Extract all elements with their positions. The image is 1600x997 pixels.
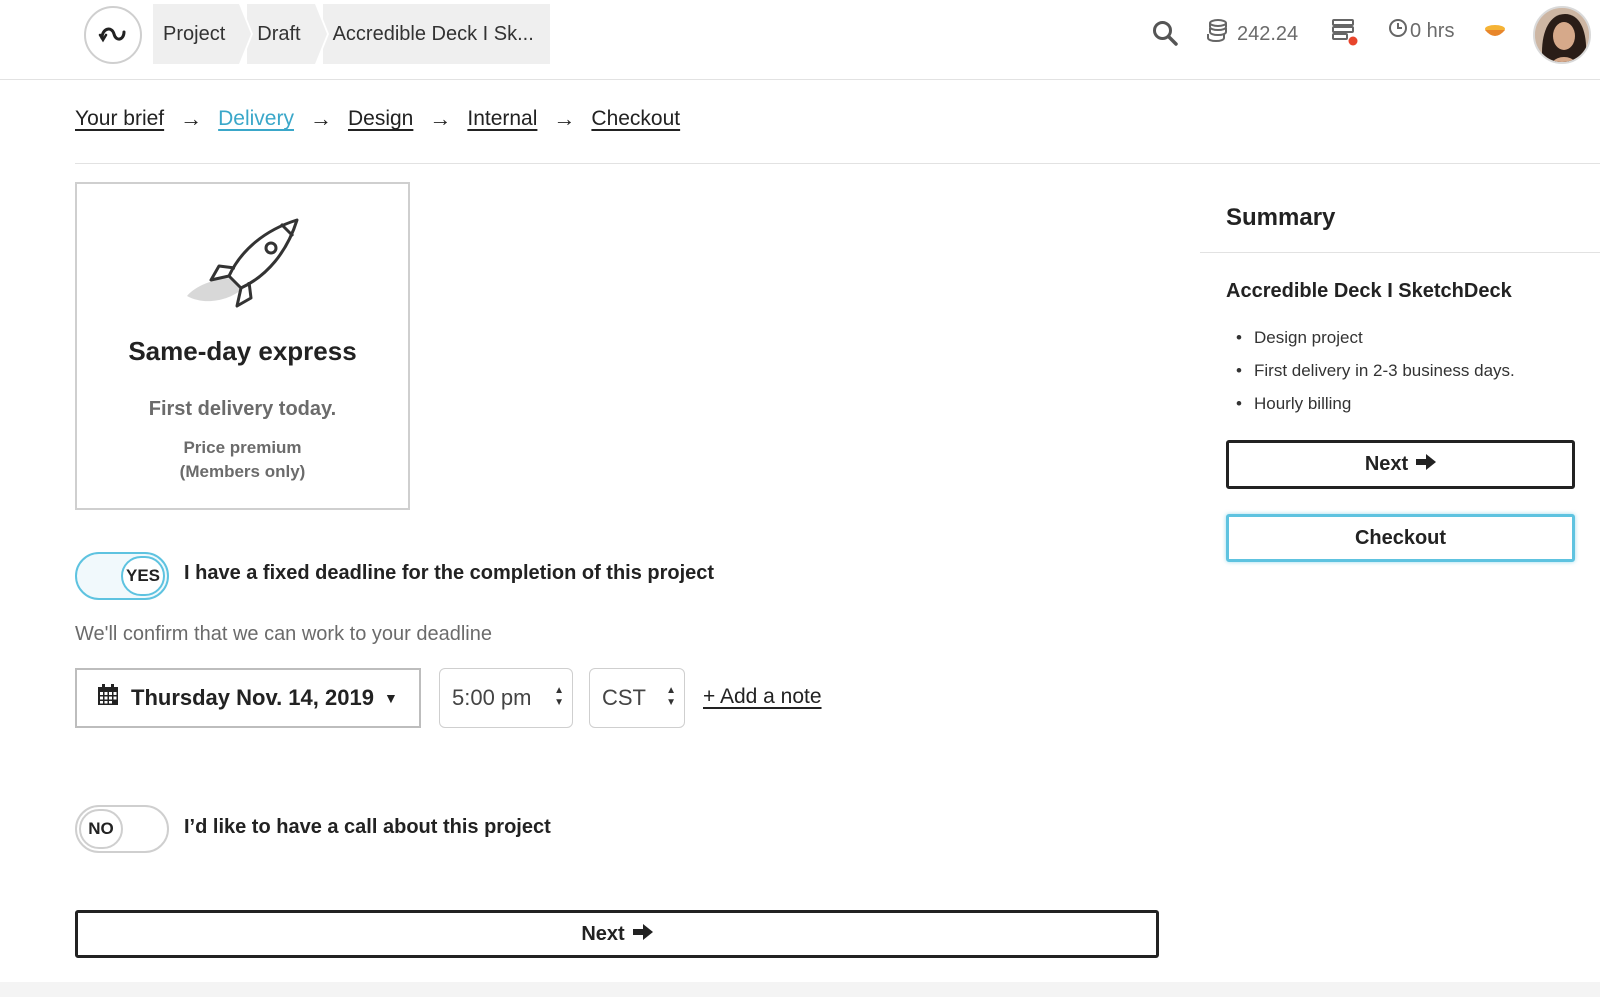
deadline-label: I have a fixed deadline for the completi… [184, 562, 715, 584]
toggle-knob: YES [121, 556, 165, 596]
step-delivery[interactable]: Delivery [218, 107, 294, 131]
divider [75, 163, 1600, 164]
breadcrumb-label: Accredible Deck I Sk... [332, 22, 534, 45]
delivery-option-card[interactable]: Same-day express First delivery today. P… [75, 182, 410, 510]
list-item: First delivery in 2-3 business days. [1236, 359, 1515, 392]
toggle-knob: NO [79, 809, 123, 849]
checkout-button[interactable]: Checkout [1226, 514, 1575, 562]
hours-counter[interactable]: 0 hrs [1386, 18, 1454, 44]
step-design[interactable]: Design [348, 107, 413, 131]
progress-steps: Your brief → Delivery → Design → Interna… [75, 106, 680, 132]
calendar-icon [97, 684, 119, 712]
deadline-toggle[interactable]: YES [75, 552, 169, 600]
credits-balance[interactable]: 242.24 [1207, 18, 1298, 50]
search-icon[interactable] [1152, 20, 1178, 46]
call-toggle[interactable]: NO [75, 805, 169, 853]
arrow-right-icon [1416, 453, 1437, 476]
list-item: Design project [1236, 326, 1515, 359]
footer-shade [0, 982, 1600, 997]
step-arrow: → [553, 106, 576, 131]
next-button-label: Next [1364, 453, 1409, 475]
time-select[interactable]: 5:00 pm ▲ ▼ [439, 668, 573, 728]
time-value: 5:00 pm [452, 685, 532, 710]
price-line: (Members only) [179, 462, 306, 481]
timezone-select[interactable]: CST ▲ ▼ [589, 668, 685, 728]
add-note-link[interactable]: + Add a note [703, 685, 822, 709]
hours-value: 0 hrs [1410, 19, 1455, 42]
breadcrumb-label: Draft [257, 22, 301, 45]
coins-icon [1207, 18, 1229, 50]
summary-next-button[interactable]: Next [1226, 440, 1575, 489]
step-arrow: → [180, 106, 203, 131]
credits-value: 242.24 [1237, 22, 1299, 45]
step-internal[interactable]: Internal [467, 107, 537, 131]
timezone-value: CST [602, 685, 646, 710]
breadcrumb-project[interactable]: Project [153, 4, 254, 64]
next-button[interactable]: Next [75, 910, 1159, 958]
delivery-option-subtitle: First delivery today. [148, 398, 337, 420]
breadcrumb: Project Draft Accredible Deck I Sk... [153, 4, 558, 64]
date-picker[interactable]: Thursday Nov. 14, 2019 ▼ [75, 668, 421, 728]
bowl-icon[interactable] [1484, 24, 1506, 40]
call-label: I’d like to have a call about this proje… [184, 816, 551, 838]
step-arrow: → [429, 106, 452, 131]
price-line: Price premium [183, 438, 302, 457]
breadcrumb-label: Project [163, 22, 226, 45]
rocket-icon [185, 216, 303, 317]
summary-title: Summary [1226, 204, 1336, 231]
delivery-option-price: Price premium (Members only) [77, 436, 408, 484]
arrow-right-icon [632, 923, 653, 946]
list-item: Hourly billing [1236, 392, 1515, 425]
step-arrow: → [309, 106, 332, 131]
breadcrumb-draft[interactable]: Draft [247, 4, 330, 64]
clock-icon [1388, 18, 1408, 44]
summary-list: Design project First delivery in 2-3 bus… [1236, 326, 1515, 425]
summary-project-name: Accredible Deck I SketchDeck [1226, 280, 1512, 302]
deadline-confirm-text: We'll confirm that we can work to your d… [75, 623, 492, 645]
next-button-label: Next [581, 922, 625, 945]
date-value: Thursday Nov. 14, 2019 [131, 685, 374, 710]
step-your-brief[interactable]: Your brief [75, 107, 164, 131]
tasks-icon[interactable] [1332, 18, 1358, 46]
spinner-arrows-icon: ▲ ▼ [666, 685, 676, 708]
logo-icon[interactable] [84, 6, 142, 64]
top-bar: Project Draft Accredible Deck I Sk... 24… [0, 0, 1600, 80]
breadcrumb-project-name[interactable]: Accredible Deck I Sk... [322, 4, 550, 64]
delivery-option-title: Same-day express [128, 336, 357, 366]
checkout-button-label: Checkout [1354, 526, 1447, 549]
avatar[interactable] [1533, 6, 1591, 64]
spinner-arrows-icon: ▲ ▼ [554, 685, 564, 708]
caret-down-icon: ▼ [383, 690, 398, 706]
step-checkout[interactable]: Checkout [591, 107, 680, 131]
divider [1200, 252, 1600, 253]
